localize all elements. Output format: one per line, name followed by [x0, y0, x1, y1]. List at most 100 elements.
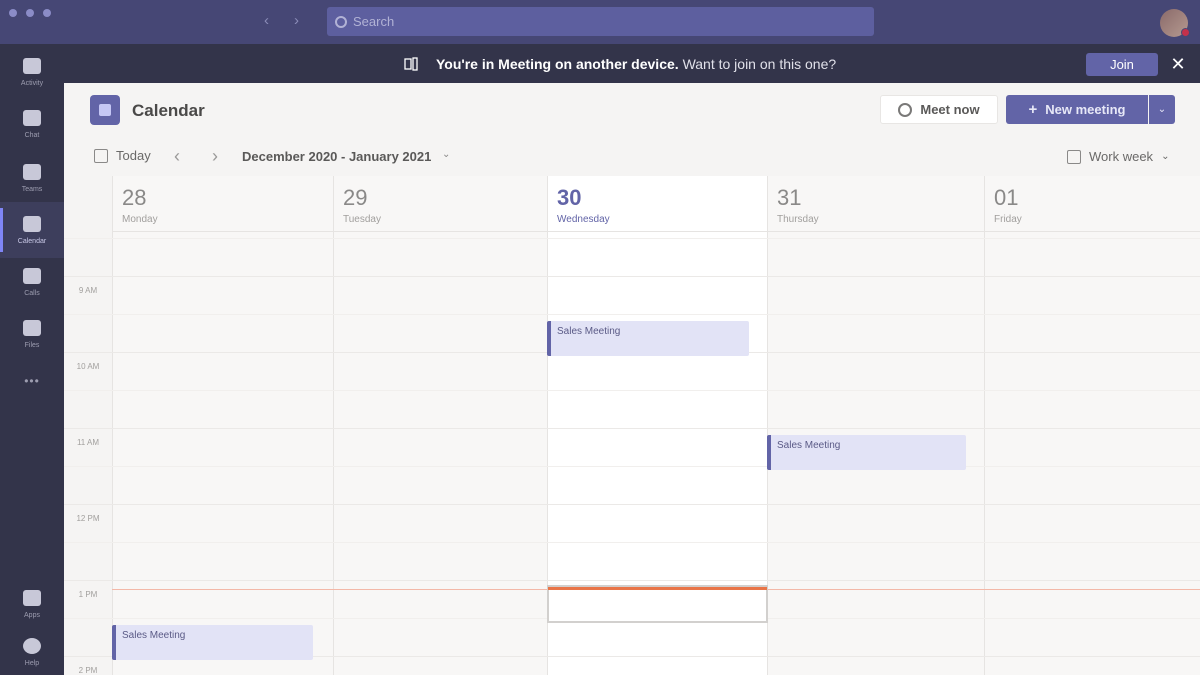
day-column-friday[interactable]: 01 Friday [984, 176, 1200, 675]
rail-item-teams[interactable]: Teams [0, 150, 64, 206]
meet-now-label: Meet now [920, 102, 980, 117]
day-column-tuesday[interactable]: 29 Tuesday [333, 176, 547, 675]
forward-arrow-icon[interactable]: › [294, 12, 299, 29]
meet-now-button[interactable]: Meet now [880, 95, 998, 124]
search-input[interactable]: Search [327, 7, 874, 36]
camera-icon [898, 102, 913, 117]
close-icon[interactable]: ✕ [1168, 54, 1188, 74]
rail-item-label: Chat [24, 131, 40, 139]
event-sales-meeting[interactable]: Sales Meeting [112, 625, 313, 660]
day-number: 28 [122, 185, 147, 210]
avatar[interactable] [1160, 9, 1190, 37]
day-header: 28 Monday [113, 176, 333, 232]
view-icon [1067, 149, 1081, 164]
join-button[interactable]: Join [1086, 53, 1158, 76]
back-arrow-icon[interactable]: ‹ [264, 12, 269, 29]
more-apps-button[interactable]: ••• [0, 374, 64, 388]
app-rail: Activity Chat Teams Calendar Calls Files… [0, 44, 64, 675]
event-title: Sales Meeting [122, 630, 186, 641]
title-bar: ‹ › Search [0, 0, 1200, 44]
day-number: 31 [777, 185, 802, 210]
selected-time-slot[interactable] [547, 585, 768, 623]
view-label: Work week [1089, 149, 1154, 164]
plus-icon: + [1028, 101, 1038, 118]
time-label: 12 PM [76, 514, 100, 523]
minimize-window-button[interactable] [26, 9, 34, 17]
bell-icon [23, 57, 41, 74]
search-icon [335, 15, 347, 28]
current-time-marker [548, 587, 767, 590]
date-range-label[interactable]: December 2020 - January 2021 [242, 149, 431, 164]
calendar-header: Calendar Meet now + New meeting ⌄ [64, 83, 1200, 138]
time-label: 1 PM [78, 590, 98, 599]
day-name: Monday [122, 214, 158, 225]
calendar-icon [23, 215, 41, 232]
rail-item-label: Apps [24, 611, 40, 619]
apps-icon [23, 589, 41, 606]
rail-item-label: Calls [24, 289, 40, 297]
time-label: 10 AM [76, 362, 100, 371]
rail-item-chat[interactable]: Chat [0, 96, 64, 152]
banner-bold-text: You're in Meeting on another device. [436, 56, 679, 72]
status-dot-icon [1181, 28, 1190, 37]
chevron-down-icon[interactable]: ⌄ [442, 149, 450, 160]
half-hour-line [64, 238, 1200, 239]
event-sales-meeting[interactable]: Sales Meeting [767, 435, 966, 470]
day-header: 31 Thursday [768, 176, 984, 232]
today-label: Today [116, 148, 151, 163]
hour-line [64, 428, 1200, 429]
calendar-toolbar: Today ‹ › December 2020 - January 2021 ⌄… [64, 138, 1200, 176]
rail-item-label: Activity [20, 79, 44, 87]
rail-item-calls[interactable]: Calls [0, 254, 64, 310]
event-title: Sales Meeting [777, 440, 841, 451]
half-hour-line [64, 542, 1200, 543]
day-number: 01 [994, 185, 1019, 210]
calendar-icon [90, 95, 120, 125]
view-selector[interactable]: Work week ⌄ [1067, 149, 1169, 164]
calendar-today-icon [94, 148, 108, 163]
today-button[interactable]: Today [94, 148, 151, 163]
file-icon [23, 319, 41, 336]
hour-line [64, 504, 1200, 505]
teams-icon [23, 163, 41, 180]
day-header: 29 Tuesday [334, 176, 547, 232]
device-switch-icon [404, 57, 418, 71]
rail-item-files[interactable]: Files [0, 306, 64, 362]
meeting-banner: You're in Meeting on another device. Wan… [64, 44, 1200, 83]
help-icon [23, 637, 41, 654]
hour-line [64, 276, 1200, 277]
calendar-grid: 28 Monday 29 Tuesday 30 Wednesday 31 Thu… [64, 176, 1200, 675]
new-meeting-button[interactable]: + New meeting [1006, 95, 1148, 124]
half-hour-line [64, 466, 1200, 467]
close-window-button[interactable] [9, 9, 17, 17]
day-column-thursday[interactable]: 31 Thursday [767, 176, 984, 675]
day-name: Tuesday [343, 214, 381, 225]
rail-item-label: Help [24, 659, 40, 667]
day-number: 30 [557, 185, 582, 210]
maximize-window-button[interactable] [43, 9, 51, 17]
rail-item-calendar[interactable]: Calendar [0, 202, 64, 258]
rail-item-activity[interactable]: Activity [0, 44, 64, 100]
previous-week-button[interactable]: ‹ [174, 146, 180, 167]
banner-message: You're in Meeting on another device. Wan… [436, 56, 836, 72]
search-placeholder: Search [353, 14, 395, 29]
time-label: 2 PM [78, 666, 98, 675]
banner-text: Want to join on this one? [682, 56, 837, 72]
phone-icon [23, 267, 41, 284]
chat-icon [23, 109, 41, 126]
rail-item-help[interactable]: Help [0, 624, 64, 675]
rail-item-label: Files [24, 341, 40, 349]
day-name: Thursday [777, 214, 819, 225]
time-label: 9 AM [78, 286, 98, 295]
day-name: Friday [994, 214, 1022, 225]
rail-item-label: Calendar [17, 237, 47, 245]
new-meeting-dropdown-button[interactable]: ⌄ [1149, 95, 1175, 124]
event-sales-meeting[interactable]: Sales Meeting [547, 321, 749, 356]
hour-line [64, 580, 1200, 581]
next-week-button[interactable]: › [212, 146, 218, 167]
day-column-monday[interactable]: 28 Monday [112, 176, 333, 675]
half-hour-line [64, 390, 1200, 391]
chevron-down-icon: ⌄ [1161, 151, 1170, 162]
day-header: 30 Wednesday [548, 176, 767, 232]
new-meeting-label: New meeting [1045, 102, 1126, 117]
